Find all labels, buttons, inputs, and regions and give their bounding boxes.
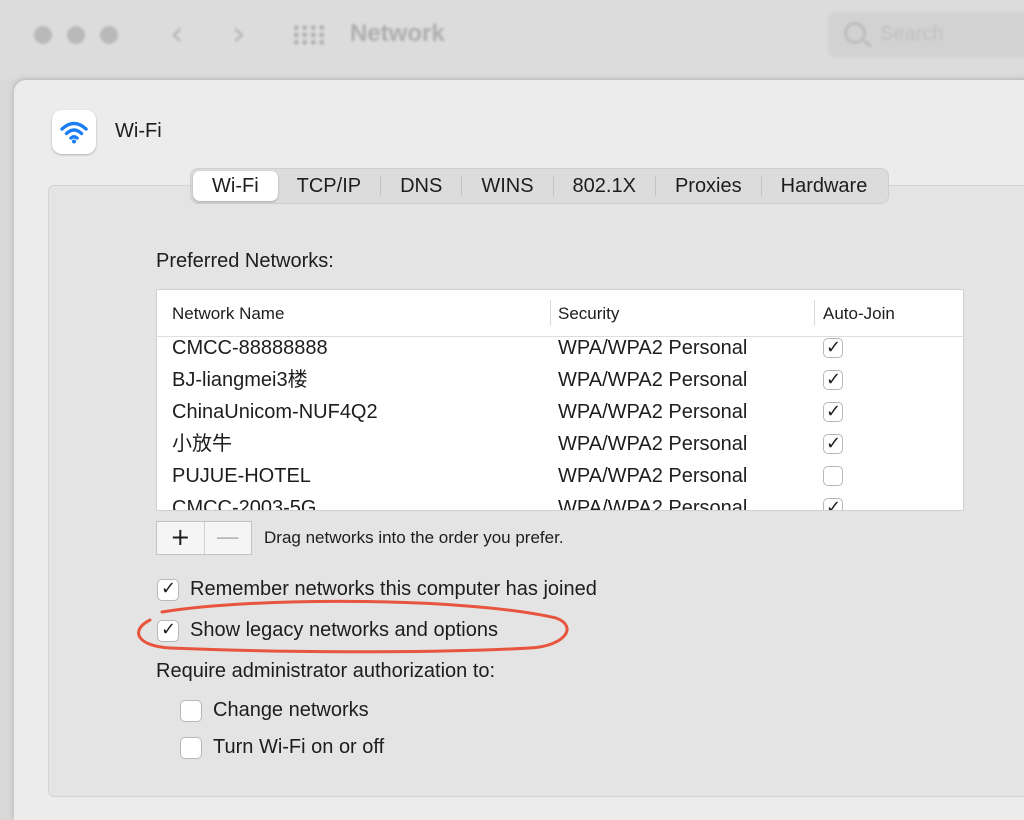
network-name-cell: PUJUE-HOTEL bbox=[172, 465, 311, 487]
tab-wifi[interactable]: Wi-Fi bbox=[193, 171, 278, 201]
table-row[interactable]: BJ-liangmei3楼 WPA/WPA2 Personal bbox=[157, 368, 963, 400]
preferred-networks-label: Preferred Networks: bbox=[156, 250, 334, 272]
show-all-grid-icon[interactable] bbox=[292, 24, 326, 46]
network-name-cell: CMCC-88888888 bbox=[172, 337, 328, 359]
auto-join-checkbox[interactable] bbox=[823, 432, 843, 456]
security-cell: WPA/WPA2 Personal bbox=[558, 401, 748, 423]
auto-join-checkbox[interactable] bbox=[823, 336, 843, 360]
zoom-window-button[interactable] bbox=[100, 26, 118, 44]
table-row[interactable]: CMCC-88888888 WPA/WPA2 Personal bbox=[157, 336, 963, 368]
auto-join-checkbox[interactable] bbox=[823, 496, 843, 510]
add-remove-control: + — bbox=[156, 521, 252, 555]
change-networks-label: Change networks bbox=[213, 699, 369, 721]
search-placeholder: Search bbox=[880, 23, 944, 45]
table-row[interactable]: ChinaUnicom-NUF4Q2 WPA/WPA2 Personal bbox=[157, 400, 963, 432]
minimize-window-button[interactable] bbox=[67, 26, 85, 44]
table-header: Network Name Security Auto-Join bbox=[157, 290, 963, 337]
toggle-wifi-label: Turn Wi-Fi on or off bbox=[213, 736, 385, 758]
tab-dns[interactable]: DNS bbox=[381, 171, 461, 201]
toggle-wifi-checkbox[interactable] bbox=[180, 736, 202, 759]
tab-wins[interactable]: WINS bbox=[462, 171, 552, 201]
column-security[interactable]: Security bbox=[558, 304, 619, 324]
search-icon bbox=[844, 22, 866, 44]
security-cell: WPA/WPA2 Personal bbox=[558, 369, 748, 391]
security-cell: WPA/WPA2 Personal bbox=[558, 465, 748, 487]
column-auto-join[interactable]: Auto-Join bbox=[823, 304, 895, 324]
network-name-cell: CMCC-2003-5G bbox=[172, 497, 317, 511]
window-title: Network bbox=[350, 20, 445, 47]
tab-proxies[interactable]: Proxies bbox=[656, 171, 761, 201]
window-titlebar: ‹ › Network Search bbox=[0, 0, 1024, 80]
add-network-button[interactable]: + bbox=[157, 522, 204, 554]
auto-join-cell bbox=[823, 400, 843, 428]
back-arrow-icon[interactable]: ‹ bbox=[170, 14, 184, 54]
auto-join-cell bbox=[823, 496, 843, 510]
toggle-wifi-option[interactable]: Turn Wi-Fi on or off bbox=[180, 736, 384, 759]
column-network-name[interactable]: Network Name bbox=[172, 304, 284, 324]
auto-join-cell bbox=[823, 466, 843, 492]
remember-networks-option[interactable]: Remember networks this computer has join… bbox=[157, 578, 597, 601]
tab-bar: Wi-Fi TCP/IP DNS WINS 802.1X Proxies Har… bbox=[190, 168, 890, 204]
close-window-button[interactable] bbox=[34, 26, 52, 44]
remove-network-button[interactable]: — bbox=[203, 522, 252, 554]
security-cell: WPA/WPA2 Personal bbox=[558, 337, 748, 359]
auto-join-cell bbox=[823, 368, 843, 396]
require-admin-label: Require administrator authorization to: bbox=[156, 660, 496, 682]
security-cell: WPA/WPA2 Personal bbox=[558, 497, 748, 511]
legacy-networks-option[interactable]: Show legacy networks and options bbox=[157, 619, 498, 642]
auto-join-checkbox[interactable] bbox=[823, 400, 843, 424]
tab-tcpip[interactable]: TCP/IP bbox=[278, 171, 380, 201]
legacy-networks-label: Show legacy networks and options bbox=[190, 619, 498, 641]
auto-join-checkbox[interactable] bbox=[823, 466, 843, 486]
auto-join-cell bbox=[823, 336, 843, 364]
remember-networks-checkbox[interactable] bbox=[157, 578, 179, 601]
auto-join-cell bbox=[823, 432, 843, 460]
change-networks-checkbox[interactable] bbox=[180, 699, 202, 722]
column-divider bbox=[814, 300, 815, 326]
network-name-cell: 小放牛 bbox=[172, 433, 232, 455]
table-row[interactable]: PUJUE-HOTEL WPA/WPA2 Personal bbox=[157, 464, 963, 496]
change-networks-option[interactable]: Change networks bbox=[180, 699, 369, 722]
search-field[interactable]: Search bbox=[828, 12, 1024, 58]
column-divider bbox=[550, 300, 551, 326]
auto-join-checkbox[interactable] bbox=[823, 368, 843, 392]
forward-arrow-icon[interactable]: › bbox=[232, 14, 246, 54]
tab-8021x[interactable]: 802.1X bbox=[554, 171, 655, 201]
tab-hardware[interactable]: Hardware bbox=[762, 171, 887, 201]
preferred-networks-table[interactable]: Network Name Security Auto-Join CMCC-888… bbox=[156, 289, 964, 511]
security-cell: WPA/WPA2 Personal bbox=[558, 433, 748, 455]
network-name-cell: BJ-liangmei3楼 bbox=[172, 369, 308, 391]
sheet-title: Wi-Fi bbox=[115, 120, 162, 142]
remember-networks-label: Remember networks this computer has join… bbox=[190, 578, 597, 600]
wifi-icon bbox=[52, 110, 96, 154]
table-row[interactable]: 小放牛 WPA/WPA2 Personal bbox=[157, 432, 963, 464]
legacy-networks-checkbox[interactable] bbox=[157, 619, 179, 642]
drag-hint-text: Drag networks into the order you prefer. bbox=[264, 528, 564, 547]
table-row[interactable]: CMCC-2003-5G WPA/WPA2 Personal bbox=[157, 496, 963, 511]
network-name-cell: ChinaUnicom-NUF4Q2 bbox=[172, 401, 378, 423]
